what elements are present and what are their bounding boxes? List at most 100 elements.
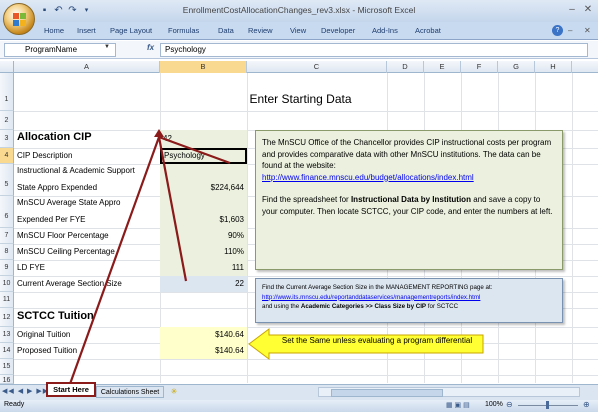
row-header[interactable]: 12 [0,308,14,327]
formula-input[interactable]: Psychology [160,43,588,57]
close-button[interactable]: ✕ [582,3,594,17]
scrollbar-thumb[interactable] [331,389,443,397]
office-button[interactable] [3,3,35,35]
ribbon-minimize-icon[interactable]: – [568,26,572,35]
cell-a3[interactable]: Allocation CIP [17,131,92,143]
callout-text: Set the Same unless evaluating a program… [281,336,473,345]
cell-a4[interactable]: CIP Description [17,151,72,160]
help-icon[interactable]: ? [552,25,563,36]
gridline [14,276,598,277]
chevron-down-icon[interactable]: ▼ [104,44,110,50]
page-title: Enter Starting Data [249,92,352,106]
cell-b5[interactable]: $224,644 [160,183,244,192]
cell-a10[interactable]: Current Average Section Size [17,279,122,288]
cell-b3[interactable]: 42 [163,134,172,143]
minimize-button[interactable]: – [566,3,578,17]
tab-page-layout[interactable]: Page Layout [110,26,152,35]
tab-home[interactable]: Home [44,26,64,35]
cell-b10[interactable]: 22 [160,279,244,288]
cell-a13[interactable]: Original Tuition [17,330,70,339]
column-header-b[interactable]: B [160,61,247,73]
row-header[interactable]: 10 [0,276,14,292]
section-size-note: Find the Current Average Section Size in… [255,278,563,323]
note-text-part: for SCTCC [426,303,459,310]
row-header[interactable]: 1 [0,73,14,111]
column-header-a[interactable]: A [14,61,160,73]
cell-a5-line1[interactable]: Instructional & Academic Support [17,166,135,175]
gridline [14,111,598,112]
cell-b14[interactable]: $140.64 [160,346,244,355]
ribbon-close-icon[interactable]: ✕ [584,26,591,35]
note-text: and using the Academic Categories >> Cla… [262,302,556,312]
view-buttons-icon[interactable]: ▦ ▣ ▤ [446,401,470,409]
cell-a7[interactable]: MnSCU Floor Percentage [17,231,109,240]
zoom-out-icon[interactable]: ⊖ [506,400,513,409]
tab-data[interactable]: Data [218,26,234,35]
cell-a14[interactable]: Proposed Tuition [17,346,77,355]
row-header[interactable]: 14 [0,343,14,359]
cell-b9[interactable]: 111 [160,263,244,272]
row-header[interactable]: 15 [0,359,14,375]
zoom-in-icon[interactable]: ⊕ [583,400,590,409]
row-header[interactable]: 2 [0,111,14,130]
tab-add-ins[interactable]: Add-Ins [372,26,398,35]
office-logo-icon [13,13,26,26]
note-text-part: Find the spreadsheet for [262,195,351,204]
gridline [14,375,598,376]
instructions-note: The MnSCU Office of the Chancellor provi… [255,130,563,270]
zoom-level[interactable]: 100% [485,401,503,408]
note-text-bold: Academic Categories >> Class Size by CIP [300,303,427,310]
tab-calculations-sheet[interactable]: Calculations Sheet [96,386,164,398]
row-header[interactable]: 4 [0,148,14,164]
cell-b8[interactable]: 110% [160,247,244,256]
row-header[interactable]: 6 [0,196,14,228]
note-text: Find the Current Average Section Size in… [262,284,493,291]
row-header[interactable]: 7 [0,228,14,244]
tab-acrobat[interactable]: Acrobat [415,26,441,35]
row-header[interactable]: 3 [0,130,14,148]
tab-start-here[interactable]: Start Here [46,382,96,397]
horizontal-scrollbar[interactable] [318,387,580,397]
note-text: Find the spreadsheet for Instructional D… [262,194,556,217]
tab-insert[interactable]: Insert [77,26,96,35]
cell-b6[interactable]: $1,603 [160,215,244,224]
column-header-c[interactable]: C [247,61,387,73]
column-header-g[interactable]: G [498,61,535,73]
row-header[interactable]: 13 [0,327,14,343]
function-icon[interactable]: fx [147,43,154,52]
sheet-nav-icon[interactable]: ◀◀ ◀ ▶ ▶▶ [2,387,49,395]
cell-b7[interactable]: 90% [160,231,244,240]
note-text-part: and using the [262,303,301,310]
name-box[interactable]: ProgramName [4,43,116,57]
zoom-slider-thumb[interactable] [546,401,549,409]
row-header[interactable]: 5 [0,164,14,196]
cell-a8[interactable]: MnSCU Ceiling Percentage [17,247,115,256]
cell-a9[interactable]: LD FYE [17,263,45,272]
row-header[interactable]: 8 [0,244,14,260]
note-text-bold: Instructional Data by Institution [350,195,471,204]
tab-formulas[interactable]: Formulas [168,26,199,35]
cell-a6-line1[interactable]: MnSCU Average State Appro [17,198,120,207]
row-header[interactable]: 9 [0,260,14,276]
window-title: EnrollmentCostAllocationChanges_rev3.xls… [182,5,416,15]
tab-review[interactable]: Review [248,26,273,35]
reports-link[interactable]: http://www.its.mnscu.edu/reportanddatase… [262,293,556,303]
cell-a12[interactable]: SCTCC Tuition [17,310,94,322]
insert-sheet-icon[interactable]: ✳ [166,386,182,398]
finance-link[interactable]: http://www.finance.mnscu.edu/budget/allo… [262,172,556,184]
tab-view[interactable]: View [290,26,306,35]
active-cell[interactable]: Psychology [160,148,247,164]
column-header-e[interactable]: E [424,61,461,73]
column-header-d[interactable]: D [387,61,424,73]
cell-a6-line2[interactable]: Expended Per FYE [17,215,85,224]
row-header[interactable]: 16 [0,375,14,384]
select-all-corner[interactable] [0,61,14,73]
cell-a5-line2[interactable]: State Appro Expended [17,183,97,192]
tab-developer[interactable]: Developer [321,26,355,35]
note-text: The MnSCU Office of the Chancellor provi… [262,138,552,170]
column-header-f[interactable]: F [461,61,498,73]
column-header-h[interactable]: H [535,61,572,73]
cell-b13[interactable]: $140.64 [160,330,244,339]
row-header[interactable]: 11 [0,292,14,308]
